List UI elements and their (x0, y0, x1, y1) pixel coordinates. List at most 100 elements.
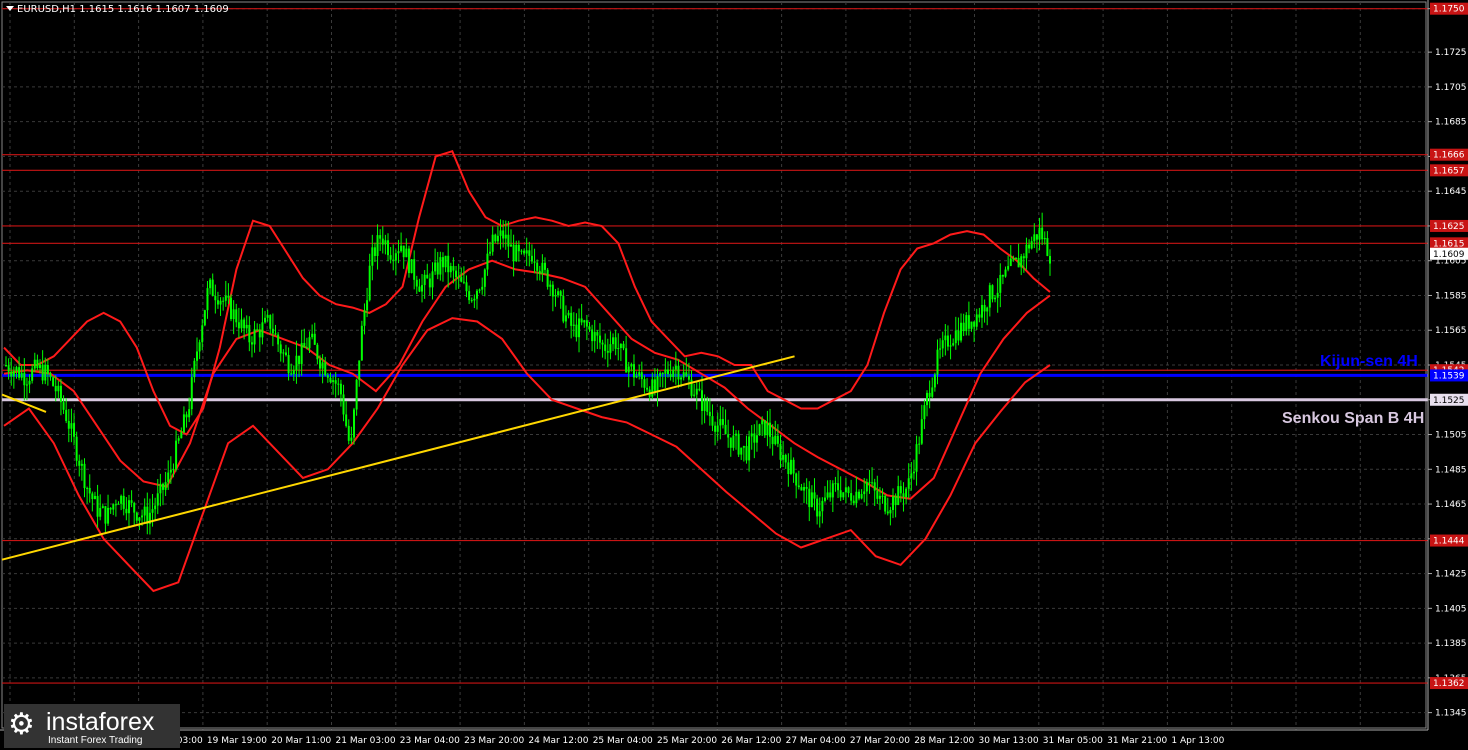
x-tick-label: 27 Mar 20:00 (850, 736, 910, 746)
candle-body (1038, 227, 1041, 240)
candle-body (617, 348, 620, 350)
candle-body (975, 314, 978, 327)
x-tick-label: 31 Mar 05:00 (1043, 736, 1103, 746)
candle-body (232, 309, 235, 320)
candle-body (65, 409, 68, 422)
candle-body (899, 486, 902, 494)
symbol-header: EURUSD,H1 1.1615 1.1616 1.1607 1.1609 (6, 4, 229, 15)
candle-body (180, 432, 183, 439)
candle-body (967, 315, 970, 329)
candle-body (884, 495, 887, 512)
candle-body (695, 388, 698, 395)
candle-body (284, 352, 287, 356)
candle-body (978, 314, 981, 318)
candle-body (143, 506, 146, 516)
candle-body (784, 454, 787, 463)
candle-body (321, 362, 324, 369)
candle-body (593, 332, 596, 342)
candle-body (868, 481, 871, 483)
candle-body (311, 333, 314, 338)
candle-body (701, 390, 703, 411)
x-tick-label: 26 Mar 12:00 (721, 736, 781, 746)
candle-body (551, 284, 554, 297)
price-chart[interactable]: 17 Mar 202518 Mar 11:0019 Mar 03:0019 Ma… (0, 0, 1468, 750)
candle-body (693, 394, 696, 396)
candle-body (258, 329, 261, 338)
candle-body (46, 365, 49, 374)
candle-body (274, 333, 277, 335)
candle-body (57, 385, 60, 392)
candle-body (154, 505, 157, 510)
candle-body (478, 289, 481, 291)
candle-body (703, 400, 706, 411)
candle-body (130, 500, 133, 503)
x-tick-label: 25 Mar 20:00 (657, 736, 717, 746)
candle-body (470, 300, 473, 302)
candle-body (685, 372, 688, 376)
candle-body (737, 433, 740, 455)
candle-body (661, 373, 664, 375)
candle-body (5, 365, 7, 366)
candle-body (198, 342, 201, 352)
candle-body (910, 473, 913, 479)
candle-body (1007, 266, 1010, 270)
candle-body (426, 274, 429, 279)
candle-body (1043, 238, 1046, 240)
candle-body (839, 490, 842, 498)
candle-body (863, 491, 866, 495)
candle-body (216, 300, 219, 305)
grid (1, 1, 1428, 730)
candle-body (850, 493, 853, 501)
level-label-text: 1.1666 (1433, 151, 1465, 161)
candle-body (528, 250, 531, 256)
candle-body (954, 330, 957, 344)
candle-body (826, 492, 829, 498)
candle-body (517, 244, 520, 252)
candle-body (41, 364, 44, 381)
candle-body (392, 259, 395, 261)
dropdown-triangle-icon[interactable] (6, 6, 14, 11)
candle-body (444, 255, 447, 268)
candle-body (107, 507, 110, 524)
candle-body (808, 488, 811, 508)
candle-body (881, 495, 884, 497)
candle-body (735, 433, 738, 436)
candle-body (656, 376, 659, 392)
candle-body (7, 365, 10, 372)
level-label-text: 1.1444 (1433, 537, 1465, 547)
candle-body (716, 425, 719, 432)
candle-body (750, 433, 753, 437)
candle-body (73, 423, 76, 437)
candle-body (538, 270, 541, 274)
candle-body (441, 257, 444, 268)
candle-body (1041, 227, 1044, 240)
y-tick-label: 1.1725 (1435, 48, 1467, 58)
x-tick-label: 19 Mar 19:00 (207, 736, 267, 746)
candle-body (368, 265, 371, 301)
candle-body (256, 329, 259, 331)
candle-body (748, 436, 751, 461)
candle-body (912, 471, 915, 474)
candle-body (572, 324, 575, 326)
candle-body (831, 483, 834, 498)
candle-body (224, 295, 227, 301)
candle-body (167, 472, 170, 483)
bb-middle (3, 259, 1051, 500)
candle-body (83, 463, 86, 489)
candle-body (769, 422, 772, 437)
candle-body (28, 380, 31, 385)
candle-body (15, 367, 18, 371)
candle-body (31, 368, 34, 381)
y-tick-label: 1.1405 (1435, 604, 1467, 614)
candle-body (847, 487, 850, 494)
candle-body (897, 486, 900, 506)
candle-body (598, 335, 601, 343)
candle-body (949, 345, 952, 347)
candle-body (666, 369, 669, 375)
candle-body (337, 383, 340, 385)
candle-body (530, 255, 533, 262)
candle-body (766, 422, 769, 436)
candle-body (277, 334, 280, 345)
candle-body (91, 493, 94, 500)
candle-body (1012, 258, 1015, 260)
